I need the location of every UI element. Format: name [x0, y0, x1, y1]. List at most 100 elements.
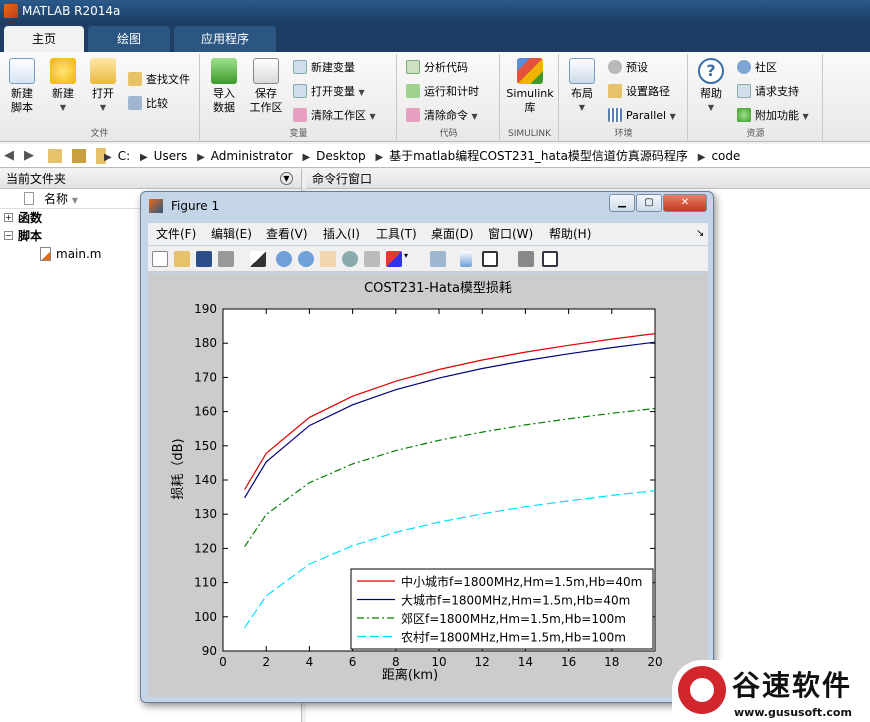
analyze-icon	[406, 60, 420, 74]
add-ons-plus-icon	[737, 108, 751, 122]
save-workspace-button[interactable]: 保存 工作区	[247, 58, 285, 115]
compare-button[interactable]: 比较	[128, 94, 168, 114]
figure-title-bar: Figure 1	[149, 196, 219, 216]
y-tick-label: 100	[194, 610, 217, 624]
layout-button[interactable]: 布局 ▼	[564, 58, 600, 115]
eraser-icon	[406, 108, 420, 122]
link-plot-icon[interactable]	[430, 251, 446, 267]
menu-help[interactable]: 帮助(H)	[549, 223, 591, 245]
breadcrumb: ▶ C: ▶ Users ▶ Administrator ▶ Desktop ▶ 基于ma…	[104, 144, 746, 170]
menu-edit[interactable]: 编辑(E)	[211, 223, 252, 245]
command-window-header: 命令行窗口	[306, 169, 870, 189]
menu-view[interactable]: 查看(V)	[266, 223, 308, 245]
compare-icon	[128, 96, 142, 110]
tab-apps[interactable]: 应用程序	[174, 26, 276, 52]
brush-icon[interactable]	[386, 251, 402, 267]
gear-icon	[608, 60, 622, 74]
breadcrumb-separator: ▶	[302, 152, 311, 163]
expand-plus-icon[interactable]: +	[4, 213, 13, 222]
find-files-button[interactable]: 查找文件	[128, 70, 190, 90]
group-variable: 导入 数据 保存 工作区 新建变量 打开变量 ▼ 清除工作区 ▼ 变量	[201, 54, 397, 140]
analyze-code-button[interactable]: 分析代码	[406, 58, 468, 78]
breadcrumb-item[interactable]: code	[711, 149, 740, 163]
chart-title: COST231-Hata模型损耗	[364, 281, 512, 296]
request-support-button[interactable]: 请求支持	[737, 82, 799, 102]
figure-logo-icon	[149, 199, 163, 213]
import-data-button[interactable]: 导入 数据	[207, 58, 241, 115]
parallel-icon	[608, 108, 622, 122]
pan-hand-icon[interactable]	[320, 251, 336, 267]
zoom-in-icon[interactable]	[276, 251, 292, 267]
y-tick-label: 90	[202, 644, 217, 658]
save-workspace-icon	[253, 58, 279, 84]
figure-menubar: 文件(F) 编辑(E) 查看(V) 插入(I) 工具(T) 桌面(D) 窗口(W…	[148, 223, 708, 245]
hide-plot-tools-icon[interactable]	[518, 251, 534, 267]
figure-toolbar: ▾	[148, 246, 708, 272]
set-path-button[interactable]: 设置路径	[608, 82, 670, 102]
breadcrumb-item[interactable]: Users	[154, 149, 188, 163]
save-icon[interactable]	[196, 251, 212, 267]
simulink-icon	[517, 58, 543, 84]
breadcrumb-item[interactable]: Administrator	[211, 149, 293, 163]
folder-path-icon	[608, 84, 622, 98]
menu-window[interactable]: 窗口(W)	[488, 223, 533, 245]
new-variable-button[interactable]: 新建变量	[293, 58, 355, 78]
legend-icon[interactable]	[482, 251, 498, 267]
community-button[interactable]: 社区	[737, 58, 777, 78]
back-arrow-icon[interactable]: ◀	[4, 144, 14, 168]
y-tick-label: 110	[194, 576, 217, 590]
pane-menu-icon[interactable]: ▼	[280, 172, 293, 185]
collapse-minus-icon[interactable]: −	[4, 231, 13, 240]
run-and-time-button[interactable]: 运行和计时	[406, 82, 479, 102]
plot-area: 0 2 4 6 8 10 12 14 16 18 20 90 100 110 120 130 140 150 160…	[194, 302, 663, 669]
zoom-out-icon[interactable]	[298, 251, 314, 267]
tab-plots[interactable]: 绘图	[88, 26, 170, 52]
pointer-arrow-icon[interactable]	[250, 251, 266, 267]
menubar-dock-icon[interactable]: ↘	[696, 223, 704, 245]
open-variable-button[interactable]: 打开变量 ▼	[293, 82, 365, 102]
breadcrumb-item[interactable]: C:	[118, 149, 130, 163]
forward-arrow-icon[interactable]: ▶	[24, 144, 34, 168]
preferences-button[interactable]: 预设	[608, 58, 648, 78]
data-cursor-icon[interactable]	[364, 251, 380, 267]
menu-tools[interactable]: 工具(T)	[376, 223, 417, 245]
minimize-button[interactable]: ▁	[609, 194, 635, 212]
y-tick-label: 170	[194, 370, 217, 384]
x-tick-label: 16	[561, 655, 576, 669]
rotate-3d-icon[interactable]	[342, 251, 358, 267]
legend-entry: 中小城市f=1800MHz,Hm=1.5m,Hb=40m	[401, 574, 642, 589]
menu-insert[interactable]: 插入(I)	[323, 223, 360, 245]
breadcrumb-item[interactable]: Desktop	[316, 149, 366, 163]
menu-desktop[interactable]: 桌面(D)	[431, 223, 474, 245]
breadcrumb-item[interactable]: 基于matlab编程COST231_hata模型信道仿真源码程序	[389, 149, 688, 163]
add-ons-button[interactable]: 附加功能 ▼	[737, 106, 809, 126]
ribbon-tabs: 主页 绘图 应用程序	[0, 22, 870, 52]
x-tick-label: 20	[647, 655, 662, 669]
new-button[interactable]: 新建 ▼	[46, 58, 80, 115]
maximize-button[interactable]: ▢	[636, 194, 662, 212]
parallel-button[interactable]: Parallel ▼	[608, 106, 676, 126]
help-button[interactable]: ? 帮助 ▼	[695, 58, 727, 115]
simulink-library-button[interactable]: Simulink 库	[505, 58, 555, 115]
app-title-bar: MATLAB R2014a	[0, 0, 870, 22]
brush-dropdown-icon[interactable]: ▾	[404, 251, 412, 267]
menu-file[interactable]: 文件(F)	[156, 223, 196, 245]
up-folder-icon[interactable]	[48, 149, 62, 163]
eraser-icon	[293, 108, 307, 122]
new-script-button[interactable]: 新建 脚本	[4, 58, 40, 115]
tab-home[interactable]: 主页	[4, 26, 84, 52]
open-file-icon[interactable]	[174, 251, 190, 267]
clear-workspace-button[interactable]: 清除工作区 ▼	[293, 106, 376, 126]
show-plot-tools-icon[interactable]	[542, 251, 558, 267]
x-tick-label: 10	[431, 655, 446, 669]
colorbar-icon[interactable]	[460, 251, 472, 267]
open-button[interactable]: 打开 ▼	[86, 58, 120, 115]
close-button[interactable]: ✕	[663, 194, 707, 212]
clear-commands-button[interactable]: 清除命令 ▼	[406, 106, 478, 126]
group-code: 分析代码 运行和计时 清除命令 ▼ 代码	[398, 54, 500, 140]
new-figure-icon[interactable]	[152, 251, 168, 267]
x-tick-label: 0	[219, 655, 227, 669]
print-icon[interactable]	[218, 251, 234, 267]
browse-folder-icon[interactable]	[72, 149, 86, 163]
ribbon: 新建 脚本 新建 ▼ 打开 ▼ 查找文件 比较 文件 导入 数据 保存 工作区 新建…	[0, 52, 870, 142]
